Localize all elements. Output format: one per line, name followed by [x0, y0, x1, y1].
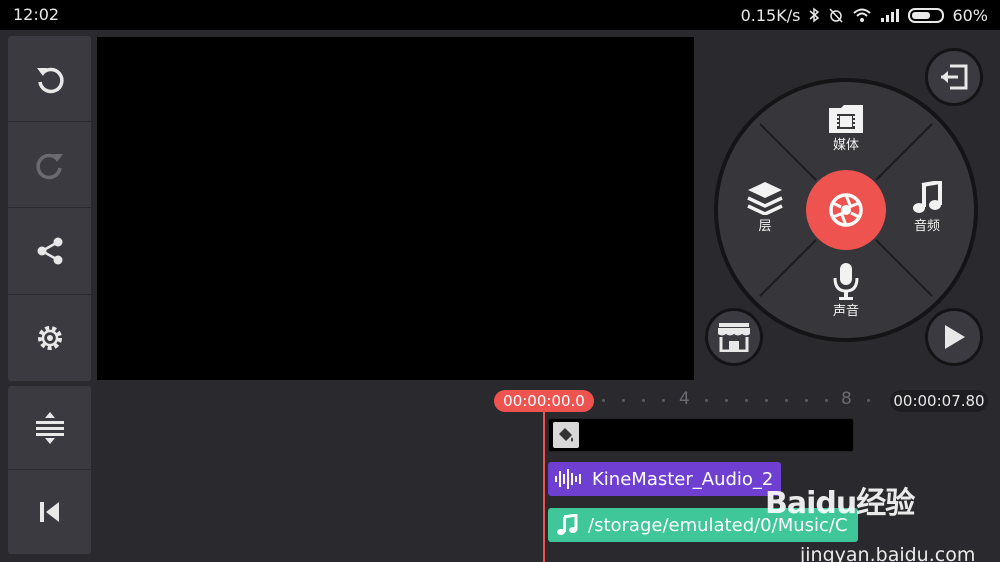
layers-icon — [747, 182, 783, 215]
left-toolbar — [8, 36, 91, 381]
layer-label: 层 — [758, 219, 772, 234]
microphone-icon — [833, 263, 859, 300]
voice-button[interactable]: 声音 — [806, 262, 886, 319]
jump-to-start-button[interactable] — [8, 470, 91, 554]
layer-button[interactable]: 层 — [725, 181, 805, 234]
status-time: 12:02 — [13, 5, 60, 24]
battery-icon — [908, 7, 945, 23]
redo-icon — [35, 153, 63, 179]
status-icons: 0.15K/s 60% — [741, 5, 988, 25]
skip-to-start-icon — [39, 502, 59, 522]
ruler-mark: 8 — [841, 389, 852, 409]
audio-label: 音频 — [913, 219, 940, 234]
total-duration: 00:00:07.80 — [890, 390, 988, 412]
timeline[interactable]: 4 8 00:00:00.0 00:00:07.80 KineMaster_Au… — [97, 386, 1000, 562]
waveform-icon — [555, 469, 581, 489]
asset-store-button[interactable] — [705, 308, 763, 366]
current-time: 00:00:00.0 — [494, 390, 594, 412]
watermark-brand: Baidu经验 — [765, 486, 915, 521]
play-icon — [945, 325, 965, 349]
music-note-icon — [557, 514, 578, 535]
wifi-icon — [853, 8, 872, 22]
bluetooth-icon — [809, 7, 820, 23]
undo-icon — [36, 67, 64, 93]
settings-button[interactable] — [8, 295, 91, 381]
expand-vertical-icon — [35, 411, 64, 444]
camera-shutter-icon — [829, 193, 863, 227]
timeline-toolbar — [8, 386, 91, 554]
video-preview[interactable] — [97, 37, 694, 380]
battery-percent: 60% — [952, 5, 988, 25]
playhead[interactable] — [543, 412, 545, 562]
play-button[interactable] — [925, 308, 983, 366]
audio-button[interactable]: 音频 — [887, 181, 967, 234]
media-folder-icon — [829, 105, 863, 133]
paint-bucket-icon — [553, 422, 579, 448]
media-button[interactable]: 媒体 — [806, 104, 886, 153]
gear-icon — [37, 326, 62, 350]
audio-clip[interactable]: KineMaster_Audio_2 — [548, 462, 781, 496]
audio-clip-label: KineMaster_Audio_2 — [592, 468, 774, 490]
signal-icon — [881, 9, 900, 22]
media-wheel: 媒体 音频 声音 层 — [714, 78, 978, 342]
status-bar: 12:02 0.15K/s 60% — [0, 0, 1000, 30]
share-icon — [37, 237, 62, 265]
share-button[interactable] — [8, 208, 91, 295]
alarm-off-icon — [829, 8, 843, 23]
record-button[interactable] — [806, 170, 886, 250]
watermark-url: jingyan.baidu.com — [800, 544, 976, 562]
video-clip[interactable] — [548, 418, 854, 452]
network-speed: 0.15K/s — [740, 5, 801, 25]
voice-label: 声音 — [832, 304, 859, 319]
timeline-expand-button[interactable] — [8, 386, 91, 470]
undo-button[interactable] — [8, 36, 91, 122]
media-label: 媒体 — [832, 138, 859, 153]
editor-screen: 媒体 音频 声音 层 4 8 00:00:00.0 00:00:07.80 Ki… — [0, 30, 1000, 562]
music-note-icon — [913, 181, 942, 213]
store-icon — [718, 323, 750, 352]
ruler-mark: 4 — [679, 389, 690, 409]
redo-button[interactable] — [8, 122, 91, 208]
